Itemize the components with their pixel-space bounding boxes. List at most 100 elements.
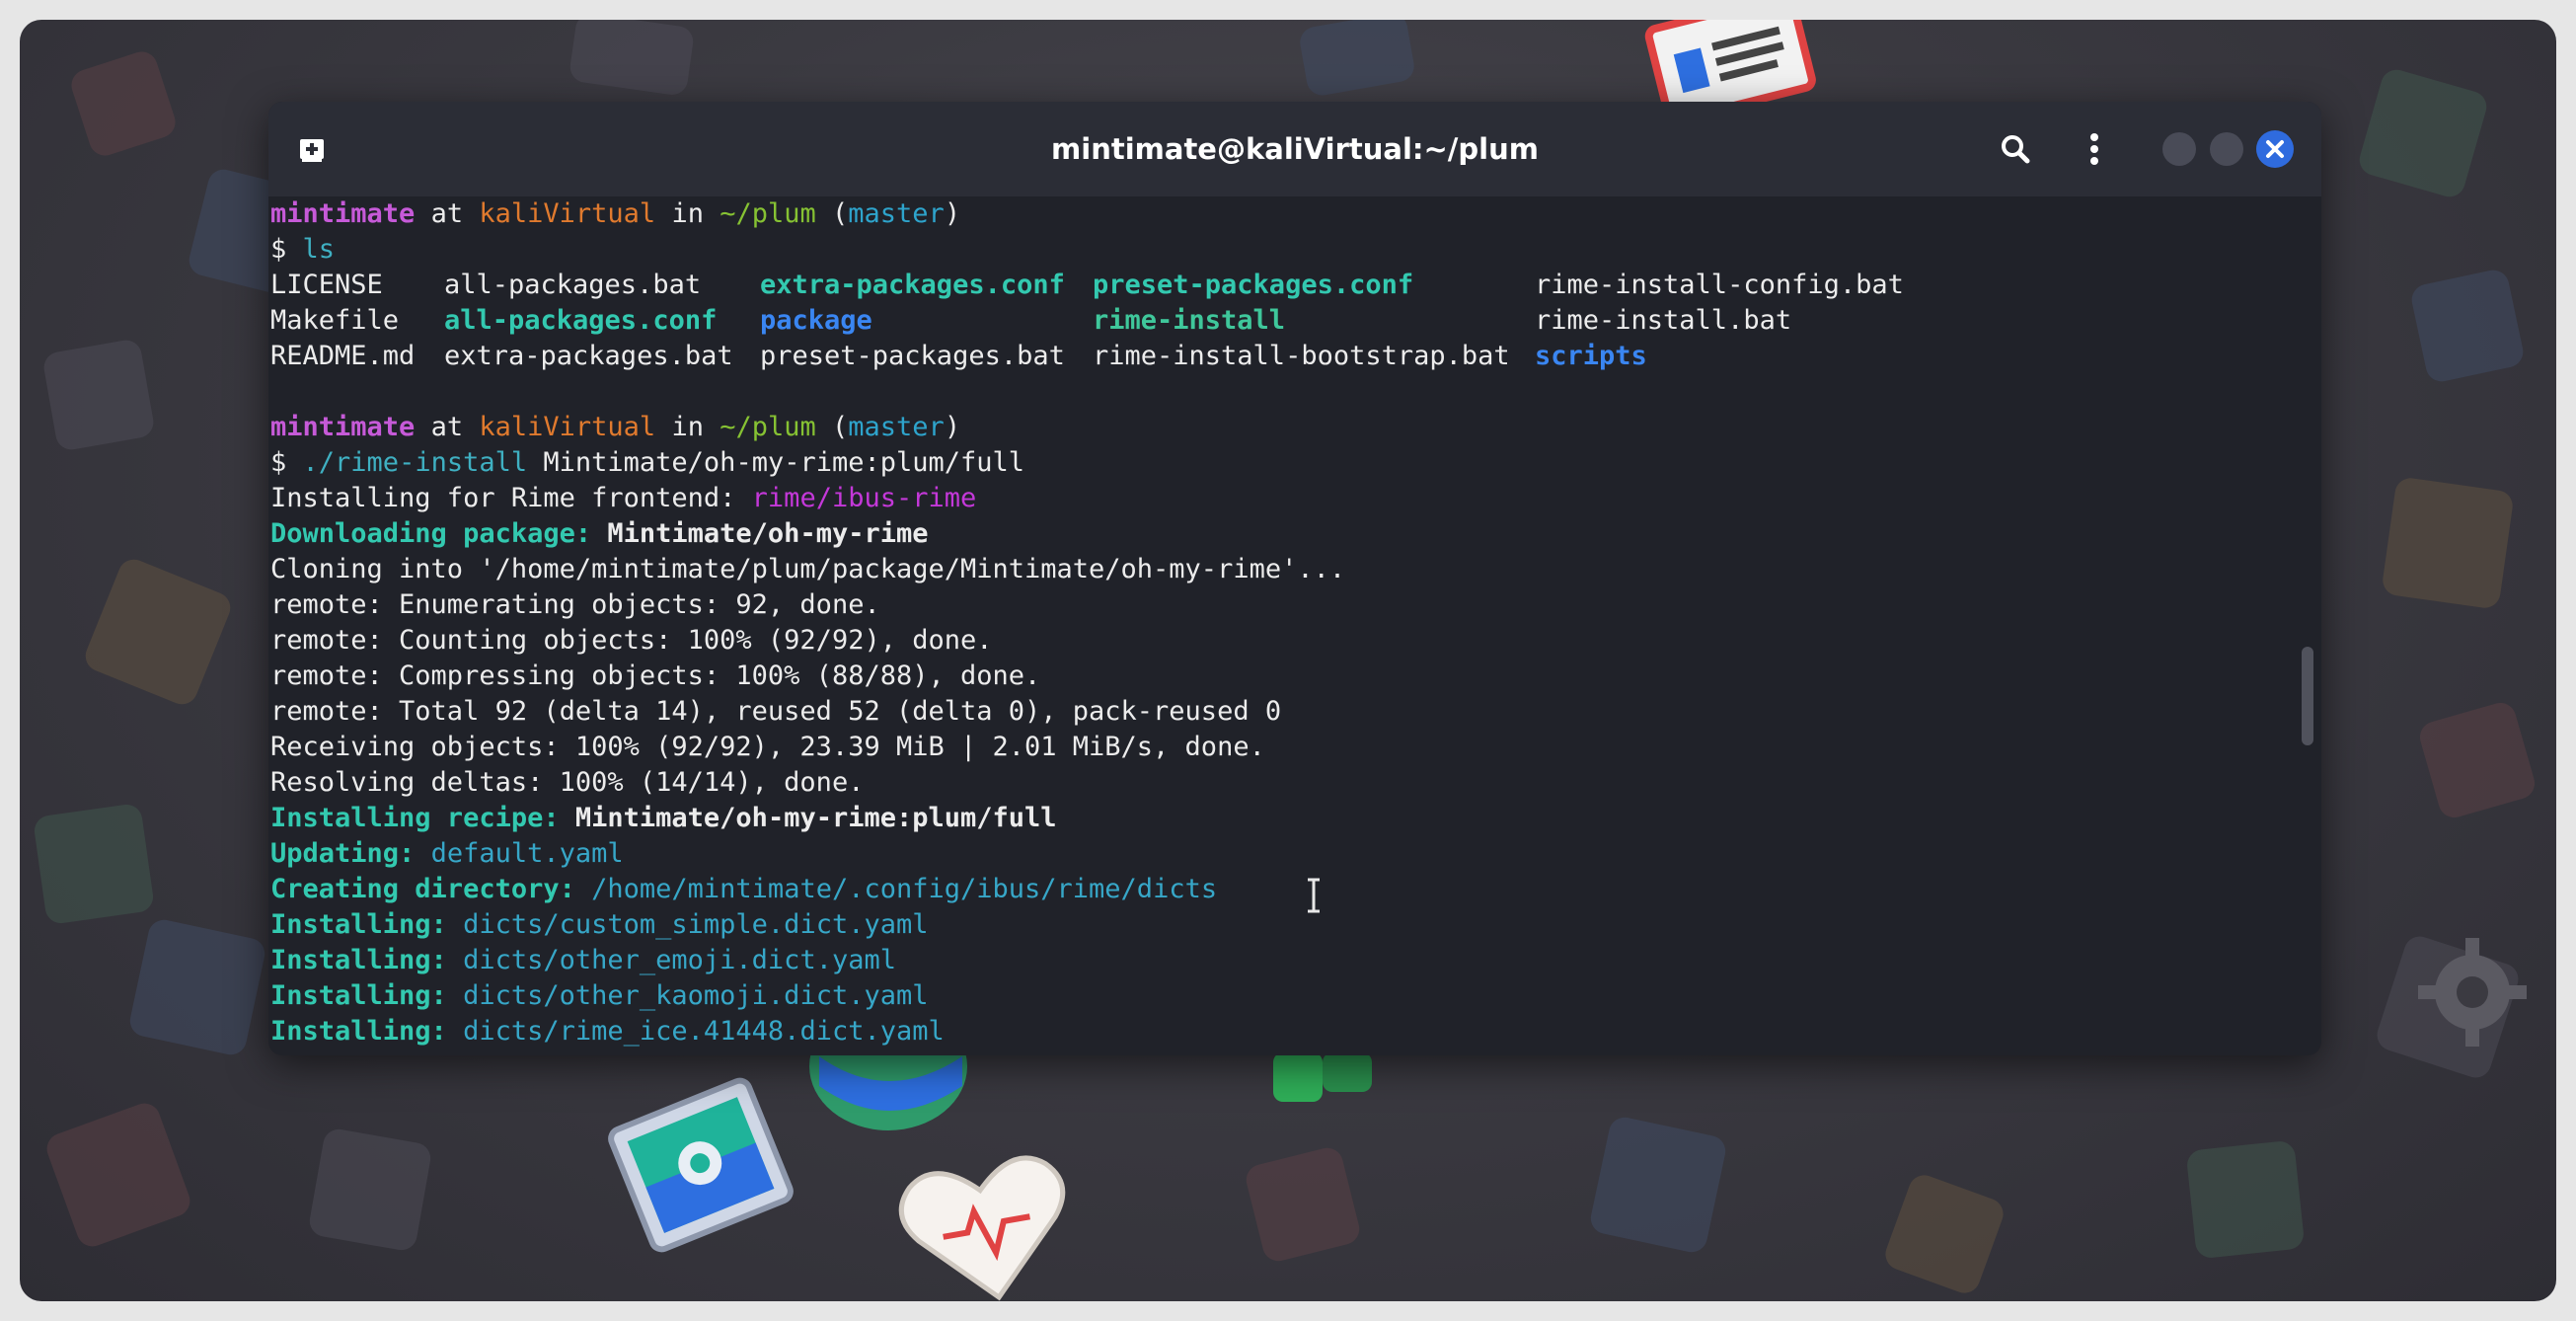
prompt-path: ~/plum [720,198,816,229]
wallpaper-decoration [2416,699,2538,821]
output-value: dicts/other_emoji.dict.yaml [463,945,896,975]
output-line: Installing for Rime frontend: rime/ibus-… [270,481,976,516]
prompt-in: in [671,412,704,442]
ls-entry-file: Makefile [270,305,400,336]
output-line: remote: Total 92 (delta 14), reused 52 (… [270,696,1282,727]
prompt-branch: master [848,198,945,229]
minimize-button[interactable] [2162,132,2196,166]
command-argument: Mintimate/oh-my-rime:plum/full [543,447,1025,478]
gear-sticker-icon [2418,938,2527,1047]
output-line: Creating directory: /home/mintimate/.con… [270,872,1217,907]
output-value: /home/mintimate/.config/ibus/rime/dicts [591,874,1218,904]
wallpaper-decoration [568,20,696,98]
ls-entry-file: README.md [270,341,416,371]
close-button[interactable] [2256,130,2294,168]
output-line: Downloading package: Mintimate/oh-my-rim… [270,516,928,552]
ls-entry-conf: all-packages.conf [444,305,718,336]
ls-row: LICENSE all-packages.bat extra-packages.… [270,268,2047,303]
output-line: Resolving deltas: 100% (14/14), done. [270,767,865,798]
ls-entry-file: all-packages.bat [444,270,702,300]
ls-entry-file: extra-packages.bat [444,341,733,371]
text-cursor-icon [1308,878,1320,913]
new-tab-button[interactable] [288,125,336,173]
scrollbar-thumb[interactable] [2302,647,2313,745]
prompt-symbol: $ [270,234,287,265]
wallpaper-decoration [2185,1139,2306,1260]
command-ls: ls [302,234,336,265]
ls-entry-file: rime-install-bootstrap.bat [1093,341,1510,371]
menu-button[interactable] [2071,125,2118,173]
output-value: dicts/other_kaomoji.dict.yaml [463,980,929,1011]
prompt-branch: master [848,412,945,442]
output-label: Installing: [270,980,447,1011]
ls-entry-file: LICENSE [270,270,383,300]
output-line: Installing: dicts/other_kaomoji.dict.yam… [270,978,928,1014]
output-line: Installing: dicts/other_emoji.dict.yaml [270,943,896,978]
wallpaper-decoration [307,1127,433,1253]
prompt-at: at [430,198,464,229]
output-value: dicts/rime_ice.41448.dict.yaml [463,1016,945,1047]
photo-app-sticker-icon [608,1077,794,1253]
terminal-window[interactable]: mintimate@kaliVirtual:~/plum mintimate a… [268,102,2321,1055]
ls-entry-directory: package [760,305,872,336]
output-label: Installing recipe: [270,803,560,833]
prompt-user: mintimate [270,198,416,229]
heart-sticker-icon [898,1155,1066,1301]
ls-entry-executable: rime-install [1093,305,1286,336]
wallpaper-decoration [1880,1170,2008,1298]
output-value: dicts/custom_simple.dict.yaml [463,909,929,940]
ls-row: README.md extra-packages.bat preset-pack… [270,339,2047,374]
ls-entry-conf: extra-packages.conf [760,270,1065,300]
output-label: Installing: [270,909,447,940]
notepad-sticker-icon [1644,20,1816,109]
wallpaper-decoration [80,554,236,710]
output-label: Updating: [270,838,416,869]
output-line: Installing recipe: Mintimate/oh-my-rime:… [270,801,1057,836]
wallpaper-decoration [42,1099,194,1251]
green-sticker-icon [1273,1052,1372,1102]
ls-entry-file: rime-install-config.bat [1535,270,1904,300]
output-label: Installing: [270,945,447,975]
ls-entry-conf: preset-packages.conf [1093,270,1414,300]
output-value: default.yaml [430,838,624,869]
ls-entry-file: preset-packages.bat [760,341,1065,371]
output-line: Receiving objects: 100% (92/92), 23.39 M… [270,732,1265,762]
new-tab-icon [300,139,324,162]
ls-entry-directory: scripts [1535,341,1647,371]
output-value: Mintimate/oh-my-rime:plum/full [574,803,1057,833]
ls-entry-file: rime-install.bat [1535,305,1792,336]
ls-row: Makefile all-packages.conf package rime-… [270,303,2047,339]
prompt-user: mintimate [270,412,416,442]
output-line: remote: Enumerating objects: 92, done. [270,589,880,620]
output-line: Updating: default.yaml [270,836,624,872]
wallpaper-decoration [1587,1114,1729,1256]
wallpaper-decoration [2408,267,2527,385]
prompt-path: ~/plum [720,412,816,442]
wallpaper-decoration [32,802,156,926]
prompt-in: in [671,198,704,229]
globe-sticker-icon [809,1047,967,1130]
output-value: Mintimate/oh-my-rime [607,518,929,549]
output-label: Creating directory: [270,874,575,904]
terminal-output[interactable]: mintimate at kaliVirtual in ~/plum (mast… [270,196,2294,1055]
kebab-menu-icon [2090,133,2098,165]
prompt-at: at [430,412,464,442]
output-line: remote: Counting objects: 100% (92/92), … [270,625,993,656]
output-label: Installing: [270,1016,447,1047]
prompt-host: kaliVirtual [479,412,656,442]
output-label: Downloading package: [270,518,592,549]
maximize-button[interactable] [2210,132,2243,166]
prompt-symbol: $ [270,447,287,478]
output-line: remote: Compressing objects: 100% (88/88… [270,660,1041,691]
command-line: $ ls [270,232,335,268]
wallpaper-decoration [1297,20,1417,99]
wallpaper-decoration [126,916,268,1058]
prompt-line: mintimate at kaliVirtual in ~/plum (mast… [270,198,961,229]
output-label: Installing for Rime frontend: [270,483,736,513]
wallpaper-decoration [67,47,180,160]
output-line: Installing: dicts/custom_simple.dict.yam… [270,907,928,943]
wallpaper-decoration [41,338,156,452]
title-bar[interactable]: mintimate@kaliVirtual:~/plum [268,102,2321,196]
search-button[interactable] [1992,125,2039,173]
prompt-host: kaliVirtual [479,198,656,229]
